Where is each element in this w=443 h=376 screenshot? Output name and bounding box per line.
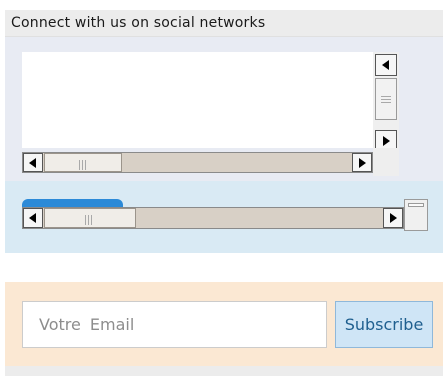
section-title: Connect with us on social networks xyxy=(11,15,266,31)
scroll-right-button[interactable] xyxy=(352,153,372,172)
subscribe-button[interactable]: Subscribe xyxy=(335,301,433,348)
triangle-right-icon xyxy=(390,213,397,223)
horizontal-scroll-thumb-2[interactable] xyxy=(44,208,136,228)
horizontal-scroll-thumb[interactable] xyxy=(44,153,122,172)
triangle-right-icon xyxy=(359,157,366,168)
triangle-left-icon xyxy=(29,213,36,223)
scroll-right-button-2[interactable] xyxy=(383,208,403,228)
scroll-up-button[interactable] xyxy=(375,54,397,76)
footer-strip xyxy=(5,366,443,376)
social-section-header: Connect with us on social networks xyxy=(5,10,443,37)
scroll-left-button[interactable] xyxy=(23,153,43,172)
triangle-right-icon xyxy=(383,136,390,146)
resize-box[interactable] xyxy=(404,199,428,231)
scroll-left-button-2[interactable] xyxy=(23,208,43,228)
triangle-left-icon xyxy=(29,157,36,168)
scrollbar-corner xyxy=(373,148,399,176)
vertical-scroll-thumb[interactable] xyxy=(375,78,397,120)
triangle-left-icon xyxy=(382,60,389,70)
email-field[interactable] xyxy=(22,301,327,348)
social-embed-frame[interactable] xyxy=(22,52,373,148)
